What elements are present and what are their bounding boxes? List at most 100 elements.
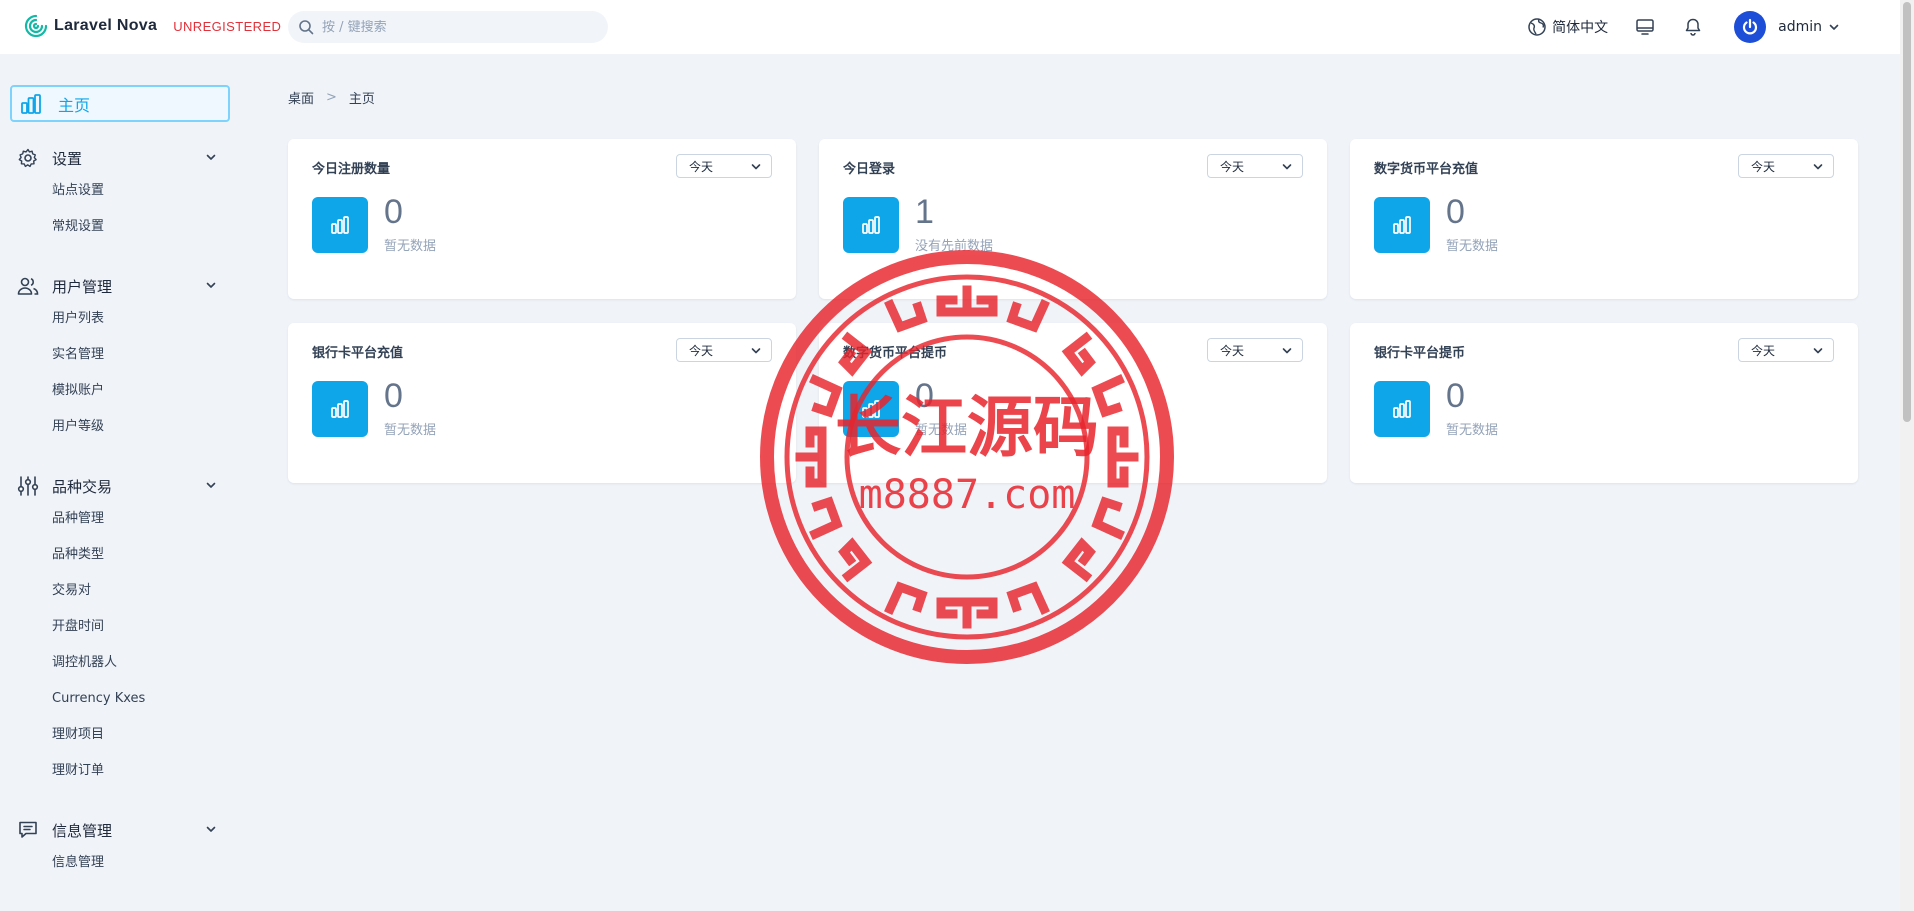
message-icon: [17, 819, 39, 841]
language-label: 简体中文: [1552, 20, 1609, 36]
metric-value: 0: [915, 377, 934, 415]
metric-note: 暂无数据: [384, 239, 437, 254]
range-select-value: 今天: [689, 159, 714, 174]
app-logo[interactable]: Laravel Nova UNREGISTERED: [24, 14, 281, 38]
sidebar-group-users-toggle[interactable]: 用户管理: [0, 271, 240, 301]
sidebar-item-general-settings[interactable]: 常规设置: [0, 209, 240, 245]
chevron-down-icon: [1829, 24, 1839, 30]
notifications-button[interactable]: [1682, 16, 1704, 38]
range-select[interactable]: 今天: [1738, 154, 1834, 178]
sidebar-item-finance-projects[interactable]: 理财项目: [0, 717, 240, 753]
bar-chart-icon: [862, 400, 880, 418]
avatar[interactable]: [1734, 11, 1767, 43]
sidebar-item-user-level[interactable]: 用户等级: [0, 409, 240, 445]
global-search[interactable]: [288, 11, 608, 43]
metric-card-title: 今日注册数量: [312, 162, 391, 177]
sidebar-item-finance-orders[interactable]: 理财订单: [0, 753, 240, 789]
page-scrollbar[interactable]: [1900, 0, 1914, 911]
user-menu[interactable]: admin: [1778, 19, 1840, 35]
range-select[interactable]: 今天: [676, 338, 772, 362]
sidebar-group-settings-toggle[interactable]: 设置: [0, 143, 240, 173]
sidebar-group-messages: 信息管理 信息管理: [0, 815, 240, 881]
metric-card-crypto-withdraw: 数字货币平台提币 今天 0 暂无数据: [819, 323, 1327, 483]
range-select[interactable]: 今天: [676, 154, 772, 178]
top-header: Laravel Nova UNREGISTERED 简体中文: [0, 0, 1900, 54]
language-switcher[interactable]: 简体中文: [1527, 17, 1608, 37]
sidebar-group-trading-toggle[interactable]: 品种交易: [0, 471, 240, 501]
sidebar-item-message-management[interactable]: 信息管理: [0, 845, 240, 881]
sidebar-item-site-settings[interactable]: 站点设置: [0, 173, 240, 209]
sidebar-item-product-types[interactable]: 品种类型: [0, 537, 240, 573]
chevron-down-icon: [751, 348, 761, 354]
bar-chart-icon: [1393, 216, 1411, 234]
power-icon: [1743, 18, 1758, 35]
metric-value: 1: [915, 193, 934, 231]
chevron-down-icon: [1813, 164, 1823, 170]
sidebar-item-user-list[interactable]: 用户列表: [0, 301, 240, 337]
app-name: Laravel Nova: [54, 17, 158, 34]
metric-value: 0: [1446, 193, 1465, 231]
sidebar-item-real-name[interactable]: 实名管理: [0, 337, 240, 373]
sidebar-item-home-label: 主页: [58, 95, 91, 115]
search-icon: [299, 20, 314, 35]
users-icon: [17, 275, 39, 297]
metric-note: 暂无数据: [384, 423, 437, 438]
metric-value: 0: [384, 377, 403, 415]
range-select[interactable]: 今天: [1207, 338, 1303, 362]
metric-card-title: 银行卡平台提币: [1374, 346, 1466, 361]
bar-chart-icon: [21, 93, 41, 114]
sidebar-item-demo-account[interactable]: 模拟账户: [0, 373, 240, 409]
gear-icon: [17, 147, 39, 169]
chevron-down-icon: [1813, 348, 1823, 354]
range-select[interactable]: 今天: [1738, 338, 1834, 362]
sidebar-group-messages-toggle[interactable]: 信息管理: [0, 815, 240, 845]
metric-value: 0: [384, 193, 403, 231]
metric-note: 没有先前数据: [915, 239, 994, 254]
metric-icon-box: [1374, 381, 1430, 437]
breadcrumb-root[interactable]: 桌面: [288, 88, 314, 107]
bar-chart-icon: [331, 400, 349, 418]
sidebar-group-settings-label: 设置: [52, 149, 83, 168]
sidebar-item-product-management[interactable]: 品种管理: [0, 501, 240, 537]
nova-logo-icon: [24, 14, 48, 38]
sliders-icon: [17, 475, 39, 497]
bell-icon: [1685, 18, 1701, 36]
metric-card-title: 数字货币平台提币: [843, 346, 948, 361]
metric-note: 暂无数据: [1446, 239, 1499, 254]
monitor-icon: [1636, 19, 1654, 35]
metric-note: 暂无数据: [1446, 423, 1499, 438]
range-select-value: 今天: [1220, 159, 1245, 174]
metric-icon-box: [1374, 197, 1430, 253]
metric-icon-box: [843, 197, 899, 253]
chevron-down-icon: [751, 164, 761, 170]
chevron-down-icon: [206, 154, 216, 160]
breadcrumb: 桌面 > 主页: [288, 88, 375, 107]
sidebar-item-trading-pairs[interactable]: 交易对: [0, 573, 240, 609]
sidebar-group-trading: 品种交易 品种管理 品种类型 交易对 开盘时间 调控机器人 Currency K…: [0, 471, 240, 789]
metric-card-logins: 今日登录 今天 1 没有先前数据: [819, 139, 1327, 299]
sidebar-item-control-robot[interactable]: 调控机器人: [0, 645, 240, 681]
chevron-down-icon: [1282, 348, 1292, 354]
page-scrollbar-thumb[interactable]: [1903, 2, 1911, 422]
metric-card-title: 今日登录: [843, 162, 896, 177]
range-select[interactable]: 今天: [1207, 154, 1303, 178]
sidebar-item-open-times[interactable]: 开盘时间: [0, 609, 240, 645]
metric-card-bank-deposit: 银行卡平台充值 今天 0 暂无数据: [288, 323, 796, 483]
sidebar-group-users: 用户管理 用户列表 实名管理 模拟账户 用户等级: [0, 271, 240, 445]
metric-icon-box: [312, 381, 368, 437]
metric-card-bank-withdraw: 银行卡平台提币 今天 0 暂无数据: [1350, 323, 1858, 483]
bar-chart-icon: [331, 216, 349, 234]
metric-card-crypto-deposit: 数字货币平台充值 今天 0 暂无数据: [1350, 139, 1858, 299]
metric-card-title: 银行卡平台充值: [312, 346, 404, 361]
sidebar-item-currency-kxes[interactable]: Currency Kxes: [0, 681, 240, 717]
chevron-down-icon: [206, 282, 216, 288]
desktop-button[interactable]: [1634, 16, 1656, 38]
breadcrumb-current: 主页: [348, 92, 375, 107]
unregistered-badge: UNREGISTERED: [173, 18, 282, 34]
sidebar-item-home[interactable]: 主页: [10, 85, 230, 122]
chevron-down-icon: [206, 482, 216, 488]
range-select-value: 今天: [1751, 343, 1776, 358]
search-input[interactable]: [322, 19, 582, 35]
metric-note: 暂无数据: [915, 423, 968, 438]
chevron-down-icon: [1282, 164, 1292, 170]
